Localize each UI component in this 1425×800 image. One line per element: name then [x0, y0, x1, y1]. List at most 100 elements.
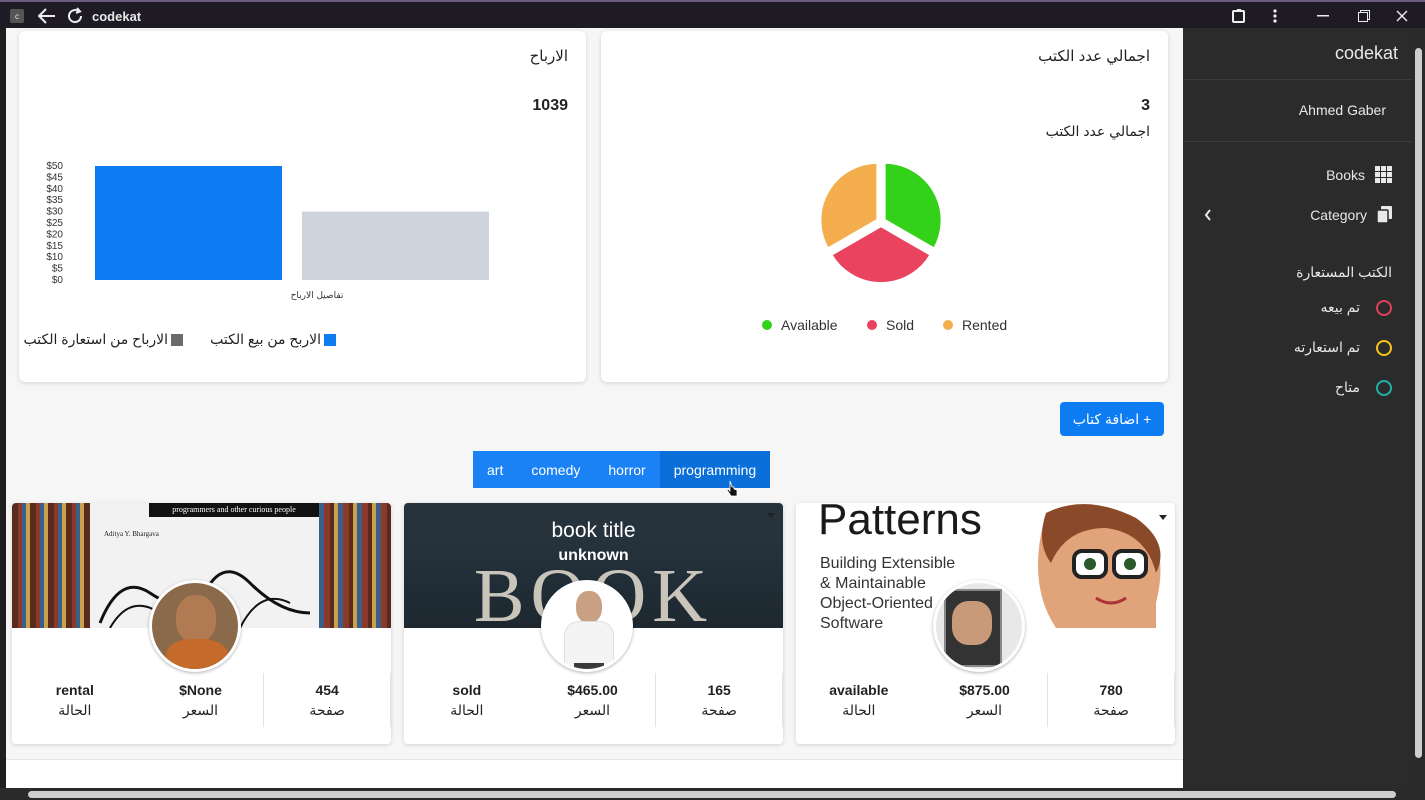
pages-stat: 454 صفحة	[264, 673, 391, 727]
sidebar-item-books[interactable]: Books	[1326, 166, 1392, 183]
brand-title[interactable]: codekat	[1335, 43, 1398, 64]
books-count-title: اجمالي عدد الكتب	[1038, 48, 1150, 65]
scrollbar-thumb[interactable]	[1415, 48, 1422, 758]
bar[interactable]	[95, 166, 282, 280]
status-value: sold	[452, 681, 482, 698]
bookshelf-left	[12, 503, 90, 628]
restore-icon[interactable]	[1354, 6, 1374, 26]
x-axis-label: تفاصيل الارباح	[291, 291, 344, 301]
status-item-label: متاح	[1334, 379, 1360, 395]
status-value: available	[829, 681, 889, 698]
sold-dot-icon	[867, 320, 877, 330]
status-item-sold[interactable]: تم بيعه	[1321, 299, 1392, 316]
book-card[interactable]: Patterns Building Extensible & Maintaina…	[796, 503, 1175, 744]
status-label: الحالة	[450, 701, 484, 718]
price-value: $465.00	[567, 681, 618, 698]
y-tick-label: $40	[46, 184, 63, 195]
legend-swatch-gray	[171, 333, 183, 346]
cover-subtitle: programmers and other curious people	[149, 503, 319, 517]
y-tick-label: $10	[46, 252, 63, 263]
legend-swatch-blue	[324, 333, 336, 346]
grid-icon	[1375, 166, 1392, 183]
y-tick-label: $5	[52, 264, 64, 275]
legend-sales: الاربح من بيع الكتب	[210, 331, 336, 348]
vertical-scrollbar[interactable]	[1412, 28, 1425, 788]
pie-legend-available: Available	[762, 317, 838, 333]
y-tick-label: $35	[46, 195, 63, 206]
pie-legend-rented: Rented	[943, 317, 1007, 333]
dropdown-caret-icon[interactable]	[1159, 515, 1167, 520]
divider	[1183, 141, 1412, 142]
pie-legend-rented-label: Rented	[962, 317, 1008, 333]
price-stat: $875.00 السعر	[922, 673, 1049, 727]
sidebar-item-category[interactable]: Category	[1310, 206, 1392, 223]
dropdown-caret-icon[interactable]	[767, 513, 775, 518]
pie-legend-available-label: Available	[781, 317, 838, 333]
pages-stat: 165 صفحة	[656, 673, 783, 727]
status-stat: available الحالة	[796, 673, 922, 727]
profits-bar-chart: $0$5$10$15$20$25$30$35$40$45$50 تفاصيل ال…	[46, 161, 489, 301]
footer	[6, 759, 1183, 788]
author-avatar	[933, 580, 1025, 672]
cover-line: Building Extensible	[820, 555, 956, 572]
book-card[interactable]: BOOK book title unknown 165صفحة $465.00ا…	[404, 503, 783, 744]
sidebar-item-label: Category	[1310, 206, 1367, 223]
add-book-button[interactable]: + اضافة كتاب	[1060, 402, 1164, 436]
profits-total: 1039	[532, 97, 568, 114]
legend-sales-label: الاربح من بيع الكتب	[210, 331, 321, 347]
book-card[interactable]: programmers and other curious people Adi…	[12, 503, 391, 744]
price-label: السعر	[574, 701, 611, 718]
book-stats: 165 صفحة $465.00 السعر sold الحالة	[404, 673, 783, 727]
status-item-label: تم بيعه	[1320, 299, 1360, 315]
pages-label: صفحة	[1093, 701, 1129, 718]
tab-programming[interactable]: programming	[659, 451, 771, 488]
y-tick-label: $0	[52, 275, 64, 286]
y-tick-label: $25	[46, 218, 63, 229]
author-avatar	[541, 580, 633, 672]
reload-icon[interactable]	[64, 6, 86, 26]
cover-book-title: book title	[551, 519, 636, 542]
profits-card: الارباح 1039 $0 $5 $10 $15 $20 $25 $30 $35 $40 $4…	[19, 31, 586, 382]
cover-line: & Maintainable	[820, 575, 926, 592]
more-vertical-icon[interactable]	[1266, 6, 1284, 26]
bar[interactable]	[302, 211, 489, 280]
sidebar-item-label: Books	[1326, 166, 1365, 183]
tab-horror[interactable]: horror	[594, 451, 659, 488]
price-label: السعر	[966, 701, 1003, 718]
close-icon[interactable]	[1392, 6, 1412, 26]
copy-icon	[1377, 206, 1392, 223]
legend-rent: الارباح من استعارة الكتب	[24, 331, 183, 348]
books-count-subtitle: اجمالي عدد الكتب	[1045, 123, 1150, 139]
horizontal-scrollbar[interactable]	[0, 788, 1425, 800]
extensions-icon[interactable]	[1229, 6, 1249, 26]
tab-comedy[interactable]: comedy	[517, 451, 594, 488]
price-stat: None$ السعر	[138, 673, 265, 727]
price-label: السعر	[182, 701, 219, 718]
scrollbar-thumb[interactable]	[28, 791, 1396, 798]
window-title: codekat	[92, 8, 142, 24]
bookshelf-right	[319, 503, 391, 628]
books-pie-chart	[818, 160, 944, 286]
cover-cartoon-illustration	[1038, 504, 1161, 628]
minimize-icon[interactable]	[1313, 6, 1333, 26]
author-avatar	[149, 580, 241, 672]
pages-value: 454	[315, 681, 339, 698]
chevron-left-icon[interactable]	[1204, 209, 1212, 221]
y-tick-label: $45	[46, 172, 63, 183]
user-name[interactable]: Ahmed Gaber	[1299, 102, 1386, 118]
circle-outline-red-icon	[1376, 299, 1392, 316]
status-value: rental	[55, 681, 94, 698]
y-tick-label: $15	[46, 241, 63, 252]
status-item-rented[interactable]: تم استعارته	[1294, 339, 1392, 356]
status-item-label: تم استعارته	[1293, 339, 1360, 355]
back-arrow-icon[interactable]	[36, 6, 58, 26]
tab-art[interactable]: art	[473, 451, 517, 488]
status-label: الحالة	[58, 701, 92, 718]
window-titlebar: c codekat	[0, 0, 1425, 28]
rented-dot-icon	[943, 320, 953, 330]
available-dot-icon	[762, 320, 772, 330]
circle-outline-yellow-icon	[1376, 339, 1392, 356]
status-item-available[interactable]: متاح	[1335, 379, 1392, 396]
profits-title: الارباح	[529, 48, 568, 65]
book-stats: 780 صفحة $875.00 السعر available الحالة	[796, 673, 1175, 727]
